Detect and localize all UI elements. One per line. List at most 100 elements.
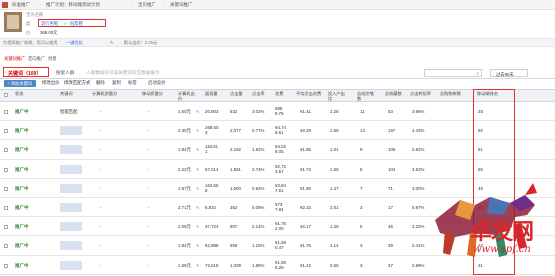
edit-bid-icon[interactable]: ✎ [196,243,199,248]
date-range-label: 过去90天 [496,71,514,77]
header-impressions[interactable]: 展现量 [205,91,218,96]
add-keyword-button[interactable]: + 添加关键词 [4,80,36,87]
status-badge[interactable]: 推广中 [15,224,29,230]
cell-cvr: 4.43% [412,128,425,134]
header-favorites[interactable]: 总收藏数 [385,91,405,96]
breadcrumb-item-2[interactable]: 推广计划：移动端测试计划 [46,2,100,8]
header-cpc[interactable]: 平均点击花费 [296,91,322,96]
home-icon[interactable] [2,2,8,8]
status-badge[interactable]: 推广中 [15,243,29,249]
status-badge[interactable]: 推广中 [15,186,29,192]
pc-quality-score: - [100,224,102,230]
keyword-redacted[interactable] [60,183,82,193]
modify-match-button[interactable]: 修改匹配方式 [64,80,90,86]
search-input[interactable]: ⌕ [424,69,482,77]
status-badge[interactable]: 推广中 [15,167,29,173]
breadcrumb-item-4: 关键词推广 [170,2,193,7]
row-checkbox[interactable] [4,110,8,114]
tab-search-audience[interactable]: 搜索人群 [56,70,74,76]
edit-bid-icon[interactable]: ✎ [196,224,199,229]
breadcrumb-item-3[interactable]: 宝贝推广 [138,2,156,8]
tab-creative[interactable]: 创意 [48,56,57,62]
cell-bid[interactable]: 1.94元 [178,243,191,248]
row-checkbox[interactable] [4,129,8,134]
cell-bid[interactable]: 1.66元 [178,263,191,268]
start-bidding-button[interactable]: 启动竞价 [148,80,166,86]
cell-bid[interactable]: 1.60元 [178,109,191,114]
status-badge[interactable]: 推广中 [15,128,29,134]
row-checkbox[interactable] [4,244,8,249]
copy-button[interactable]: 复制 [112,80,121,86]
keyword-redacted[interactable] [60,164,82,174]
modify-bid-button[interactable]: 修改出价 [42,80,60,86]
cell-cpc: ¥1.41 [300,109,311,114]
cell-roi: 2.26 [330,109,339,114]
tab-keywords[interactable]: 关键词（109） [3,67,49,77]
cell-impr: 268,60 3 [205,125,219,136]
header-mobile-quality[interactable]: 移动质量分 [142,91,164,96]
edit-bid-icon[interactable]: ✎ [196,147,199,152]
row-checkbox[interactable] [4,225,8,230]
search-icon[interactable]: ⌕ [476,71,479,77]
row-checkbox[interactable] [4,186,8,191]
cell-bid[interactable]: 1.97元 [178,186,191,191]
tab-keywords-label: 关键词（109） [8,71,42,77]
cell-roi: 1.01 [330,147,339,153]
edit-bid-icon[interactable]: ✎ [196,205,199,210]
row-checkbox[interactable] [4,167,8,172]
keyword-redacted[interactable] [60,203,82,212]
cell-orders: 14 [360,128,365,134]
keyword-redacted[interactable] [60,126,82,136]
edit-bid-icon[interactable]: ✎ [196,167,199,172]
cell-roi: 1.47 [330,185,339,191]
optimize-link[interactable]: 一键优化 [66,40,83,46]
header-status[interactable]: 状态 [15,91,23,96]
cell-favs: 45 [388,224,393,230]
edit-bid-icon[interactable]: ✎ [196,186,199,191]
header-clicks[interactable]: 点击量 [230,91,243,96]
cell-cpc: ¥1.42 [300,262,311,268]
header-orders[interactable]: 总成交笔数 [357,91,377,101]
header-roi[interactable]: 投入产出比 [328,91,348,101]
header-cart[interactable]: 总购物车数 [440,91,462,96]
keyword-redacted[interactable] [60,260,82,270]
row-checkbox[interactable] [4,206,8,210]
header-pc-bid[interactable]: 计算机出价 [178,91,198,101]
header-conversion[interactable]: 点击转化率 [410,91,432,96]
delete-button[interactable]: 删除 [96,80,105,86]
category-link-2[interactable]: 低帮鞋 [70,21,83,27]
header-ctr[interactable]: 点击率 [252,91,265,96]
keyword-redacted[interactable] [60,145,82,155]
header-cost[interactable]: 花费 [275,91,283,96]
cell-impr: 20,903 [205,109,219,114]
cell-bid[interactable]: 2.22元 [178,167,191,172]
tab-keyword-promo[interactable]: 关键词推广 [4,56,25,62]
select-all-checkbox[interactable] [4,93,8,97]
cell-bid[interactable]: 2.71元 [178,205,191,210]
status-badge[interactable]: 推广中 [15,147,29,153]
edit-bid-icon[interactable]: ✎ [196,109,199,114]
header-keyword[interactable]: 关键词 [60,91,73,96]
cell-bid[interactable]: 2.30元 [178,128,191,133]
cell-cost: ¥1,68 0.47 [275,240,286,251]
cell-bid[interactable]: 1.94元 [178,147,191,152]
breadcrumb-separator-icon: › [164,2,166,7]
keyword-text[interactable]: 智能匹配 [60,109,78,114]
keyword-redacted[interactable] [60,241,82,251]
status-badge[interactable]: 推广中 [15,263,29,269]
cell-bid[interactable]: 2.05元 [178,224,191,229]
date-range-select[interactable]: 过去90天 [490,69,528,77]
tab-targeted-promo[interactable]: 定向推广 [28,56,45,62]
status-badge[interactable]: 推广中 [15,205,29,211]
edit-bid-icon[interactable]: ✎ [196,128,199,133]
category-link-1[interactable]: 流行男鞋 [41,21,58,27]
status-badge[interactable]: 推广中 [15,109,29,115]
breadcrumb-item-1[interactable]: 标准推广 [12,2,30,8]
edit-bid-icon[interactable]: ✎ [196,263,199,268]
tag-button[interactable]: 标签 [128,80,137,86]
edit-icon[interactable]: ✎ [110,40,114,45]
row-checkbox[interactable] [4,148,8,153]
row-checkbox[interactable] [4,263,8,268]
keyword-redacted[interactable] [60,222,82,232]
header-pc-quality[interactable]: 计算机质量分 [92,91,118,96]
